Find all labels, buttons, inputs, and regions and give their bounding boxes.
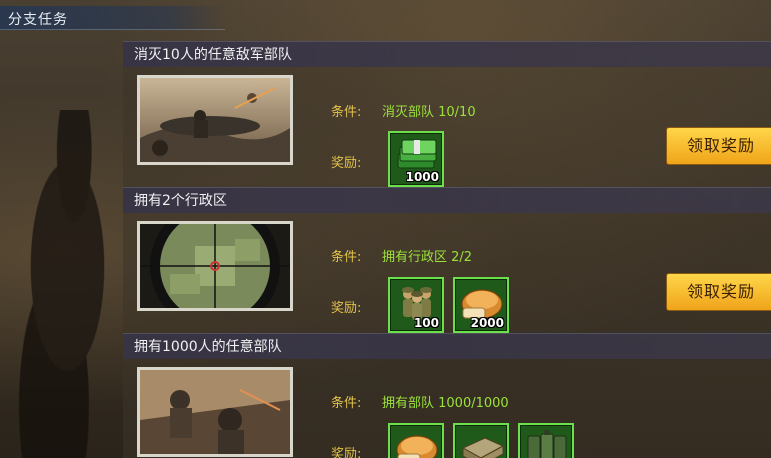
section-title: 分支任务 — [8, 12, 68, 28]
task-thumbnail-scope — [137, 221, 293, 311]
condition-label: 条件: — [331, 105, 362, 120]
bread-icon — [396, 435, 438, 458]
task-body: 条件: 拥有部队 1000/1000 奖励: 10000 5000 — [123, 359, 771, 458]
reward-item-cash[interactable]: 1000 — [388, 131, 444, 187]
task-body: 条件: 拥有行政区 2/2 奖励: 100 2000 领取奖励 — [123, 213, 771, 333]
reward-label: 奖励: — [331, 156, 362, 171]
reward-item-bread[interactable]: 10000 — [388, 423, 444, 458]
task-thumbnail-battle — [137, 75, 293, 165]
reward-item-fuel[interactable]: 5000 — [518, 423, 574, 458]
task-title: 消灭10人的任意敌军部队 — [123, 41, 771, 67]
reward-quantity: 1000 — [405, 170, 439, 184]
reward-label: 奖励: — [331, 301, 362, 316]
task-body: 条件: 消灭部队 10/10 奖励: 1000 领取奖励 — [123, 67, 771, 187]
reward-quantity: 100 — [413, 316, 439, 330]
condition-value: 消灭部队 10/10 — [382, 105, 476, 120]
reward-item-supplies[interactable]: 5000 — [453, 423, 509, 458]
claim-reward-button[interactable]: 领取奖励 — [666, 127, 771, 165]
reward-quantity: 2000 — [470, 316, 504, 330]
section-title-bar: 分支任务 — [0, 6, 225, 30]
claim-reward-button[interactable]: 领取奖励 — [666, 273, 771, 311]
task-panel-3: 拥有1000人的任意部队 条件: 拥有部队 1000/1000 奖励: 1000… — [123, 333, 771, 458]
task-title: 拥有1000人的任意部队 — [123, 333, 771, 359]
task-thumbnail-army — [137, 367, 293, 457]
background-soldier-art — [0, 110, 135, 458]
condition-value: 拥有部队 1000/1000 — [382, 396, 509, 411]
condition-value: 拥有行政区 2/2 — [382, 250, 473, 265]
reward-label: 奖励: — [331, 447, 362, 458]
supply-crate-icon — [461, 437, 505, 458]
task-panel-2: 拥有2个行政区 条件: 拥有行政区 2/2 奖励: 100 2000 领取奖励 — [123, 187, 771, 333]
task-panel-1: 消灭10人的任意敌军部队 条件: 消灭部队 10/10 奖励: 1000 领取奖… — [123, 41, 771, 187]
fuel-cans-icon — [527, 430, 567, 458]
task-title: 拥有2个行政区 — [123, 187, 771, 213]
reward-item-soldiers[interactable]: 100 — [388, 277, 444, 333]
reward-item-bread[interactable]: 2000 — [453, 277, 509, 333]
condition-label: 条件: — [331, 396, 362, 411]
condition-label: 条件: — [331, 250, 362, 265]
